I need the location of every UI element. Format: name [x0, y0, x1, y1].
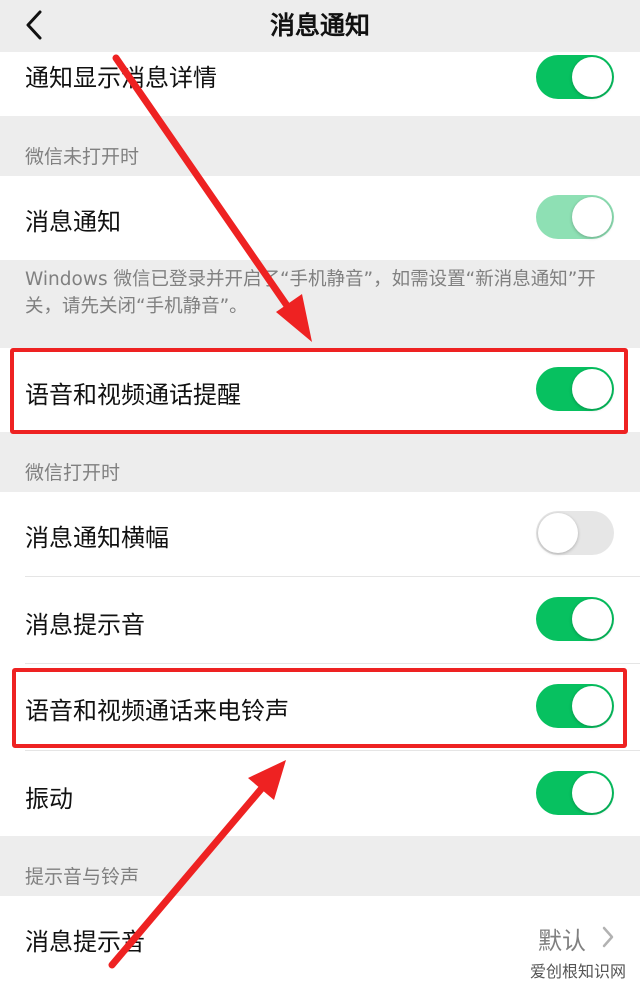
setting-value: 默认	[538, 927, 586, 955]
section-title: 微信未打开时	[25, 146, 140, 168]
banner-toggle[interactable]	[536, 511, 614, 555]
section-title: 微信打开时	[25, 462, 121, 484]
setting-label: 消息提示音	[25, 928, 145, 956]
divider	[25, 576, 640, 577]
setting-label: 消息提示音	[25, 611, 145, 639]
show-details-toggle[interactable]	[536, 55, 614, 99]
hint-note: Windows 微信已登录并开启了“手机静音”，如需设置“新消息通知”开关，请先…	[25, 269, 596, 317]
watermark: 爱创根知识网	[529, 962, 626, 981]
section-title: 提示音与铃声	[25, 866, 140, 888]
annotation-box	[10, 348, 628, 434]
message-sound-toggle[interactable]	[536, 597, 614, 641]
setting-label: 消息通知	[25, 208, 121, 236]
setting-label: 消息通知横幅	[25, 524, 169, 552]
setting-label: 通知显示消息详情	[25, 64, 217, 92]
page-title: 消息通知	[269, 11, 370, 40]
divider	[25, 750, 640, 751]
vibrate-toggle[interactable]	[536, 771, 614, 815]
chevron-right-icon	[602, 926, 614, 948]
setting-label: 振动	[25, 785, 73, 813]
annotation-box	[12, 668, 627, 748]
divider	[25, 663, 640, 664]
message-notification-toggle[interactable]	[536, 195, 614, 239]
